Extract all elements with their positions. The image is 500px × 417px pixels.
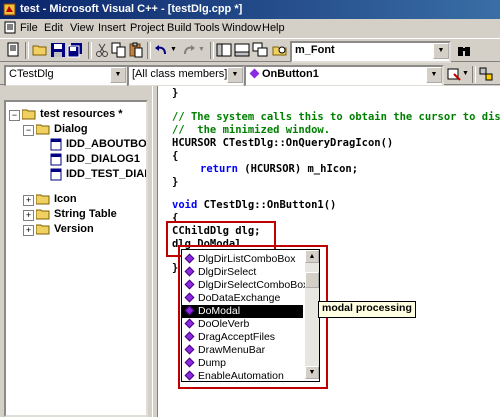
- toolbar-separator: [472, 66, 476, 83]
- tree-item-dialog[interactable]: IDD_ABOUTBOX: [66, 137, 146, 151]
- filter-value: [All class members]: [132, 68, 228, 80]
- app-icon: [3, 3, 16, 16]
- code-keyword: void: [172, 199, 198, 211]
- menu-view[interactable]: View: [70, 22, 94, 34]
- code-line: {: [172, 150, 179, 162]
- chevron-down-icon[interactable]: ▼: [110, 67, 126, 83]
- find-in-files-icon[interactable]: [272, 42, 288, 58]
- redo-icon[interactable]: [181, 42, 197, 58]
- wizard-action-dropdown-icon[interactable]: ▼: [462, 70, 469, 77]
- redo-dropdown-icon[interactable]: ▼: [198, 46, 205, 53]
- collapse-icon[interactable]: −: [9, 110, 20, 121]
- folder-icon: [36, 224, 50, 235]
- folder-icon: [36, 209, 50, 220]
- paste-icon[interactable]: [128, 42, 144, 58]
- code-line: void CTestDlg::OnButton1(): [172, 199, 336, 212]
- member-value: OnButton1: [249, 68, 319, 80]
- code-line: }: [172, 176, 179, 188]
- document-icon[interactable]: [3, 21, 17, 34]
- undo-dropdown-icon[interactable]: ▼: [170, 46, 177, 53]
- menu-insert[interactable]: Insert: [98, 22, 126, 34]
- save-all-icon[interactable]: [67, 42, 83, 58]
- workspace-pane: − test resources * − Dialog IDD_ABOUTBOX…: [0, 86, 152, 417]
- tree-folder[interactable]: Version: [54, 222, 94, 236]
- dialog-resource-icon: [50, 153, 62, 166]
- tree-root[interactable]: test resources *: [40, 107, 123, 121]
- tree-item-dialog[interactable]: IDD_TEST_DIALOG: [66, 167, 146, 181]
- cut-icon[interactable]: [94, 42, 110, 58]
- toolbar-separator: [88, 42, 92, 59]
- code-line: HCURSOR CTestDlg::OnQueryDragIcon(): [172, 137, 394, 149]
- window-list-icon[interactable]: [252, 42, 268, 58]
- menu-file[interactable]: File: [20, 22, 38, 34]
- code-text: CTestDlg::OnButton1(): [197, 199, 337, 211]
- member-name: OnButton1: [262, 68, 319, 80]
- toolbar-separator: [210, 42, 214, 59]
- new-text-file-icon[interactable]: [5, 42, 21, 58]
- toolbar-separator: [147, 42, 151, 59]
- collapse-icon[interactable]: −: [23, 125, 34, 136]
- tree-folder[interactable]: String Table: [54, 207, 117, 221]
- standard-toolbar: ▼ ▼ m_Font ▼: [0, 38, 500, 63]
- code-line: return (HCURSOR) m_hIcon;: [200, 163, 358, 176]
- tree-item-dialog[interactable]: IDD_DIALOG1: [66, 152, 140, 166]
- menu-edit[interactable]: Edit: [44, 22, 63, 34]
- expand-icon[interactable]: +: [23, 225, 34, 236]
- dialog-resource-icon: [50, 138, 62, 151]
- expand-icon[interactable]: +: [23, 210, 34, 221]
- find-binoculars-icon[interactable]: [456, 42, 472, 58]
- class-value: CTestDlg: [9, 68, 54, 80]
- menu-window[interactable]: Window: [222, 22, 261, 34]
- code-comment: // the minimized window.: [172, 124, 331, 136]
- wizard-action-icon[interactable]: [446, 66, 462, 82]
- menu-build[interactable]: Build: [167, 22, 191, 34]
- method-icon: [249, 68, 260, 79]
- menu-tools[interactable]: Tools: [194, 22, 220, 34]
- copy-icon[interactable]: [111, 42, 127, 58]
- open-folder-icon[interactable]: [32, 42, 48, 58]
- code-line: }: [172, 87, 179, 99]
- tree-folder-dialog[interactable]: Dialog: [54, 122, 88, 136]
- workspace-icon[interactable]: [216, 42, 232, 58]
- folder-open-icon: [36, 124, 50, 135]
- tree-folder[interactable]: Icon: [54, 192, 77, 206]
- chevron-down-icon[interactable]: ▼: [433, 43, 449, 59]
- output-window-icon[interactable]: [234, 42, 250, 58]
- menu-bar: File Edit View Insert Project Build Tool…: [0, 19, 500, 37]
- title-bar: test - Microsoft Visual C++ - [testDlg.c…: [0, 0, 500, 19]
- class-wizard-icon[interactable]: [478, 66, 494, 82]
- dialog-resource-icon: [50, 168, 62, 181]
- folder-open-icon: [22, 109, 36, 120]
- filter-combo[interactable]: [All class members] ▼: [127, 65, 245, 87]
- chevron-down-icon[interactable]: ▼: [426, 67, 442, 83]
- highlight-box-list: [178, 245, 328, 389]
- class-combo[interactable]: CTestDlg ▼: [4, 65, 128, 87]
- expand-icon[interactable]: +: [23, 195, 34, 206]
- find-combo[interactable]: m_Font ▼: [290, 41, 451, 63]
- find-value: m_Font: [295, 44, 335, 56]
- chevron-down-icon[interactable]: ▼: [227, 67, 243, 83]
- wizard-bar: CTestDlg ▼ [All class members] ▼ OnButto…: [0, 63, 500, 87]
- folder-icon: [36, 194, 50, 205]
- member-combo[interactable]: OnButton1 ▼: [244, 65, 444, 87]
- code-keyword: return: [200, 163, 238, 175]
- code-text: (HCURSOR) m_hIcon;: [237, 163, 359, 175]
- menu-help[interactable]: Help: [262, 22, 285, 34]
- resource-tree[interactable]: − test resources * − Dialog IDD_ABOUTBOX…: [4, 100, 148, 417]
- autocomplete-tooltip: modal processing: [318, 301, 416, 318]
- window-title: test - Microsoft Visual C++ - [testDlg.c…: [20, 3, 243, 15]
- code-comment: // The system calls this to obtain the c…: [172, 111, 500, 123]
- undo-icon[interactable]: [153, 42, 169, 58]
- save-icon[interactable]: [50, 42, 66, 58]
- menu-project[interactable]: Project: [130, 22, 164, 34]
- toolbar-separator: [25, 42, 29, 59]
